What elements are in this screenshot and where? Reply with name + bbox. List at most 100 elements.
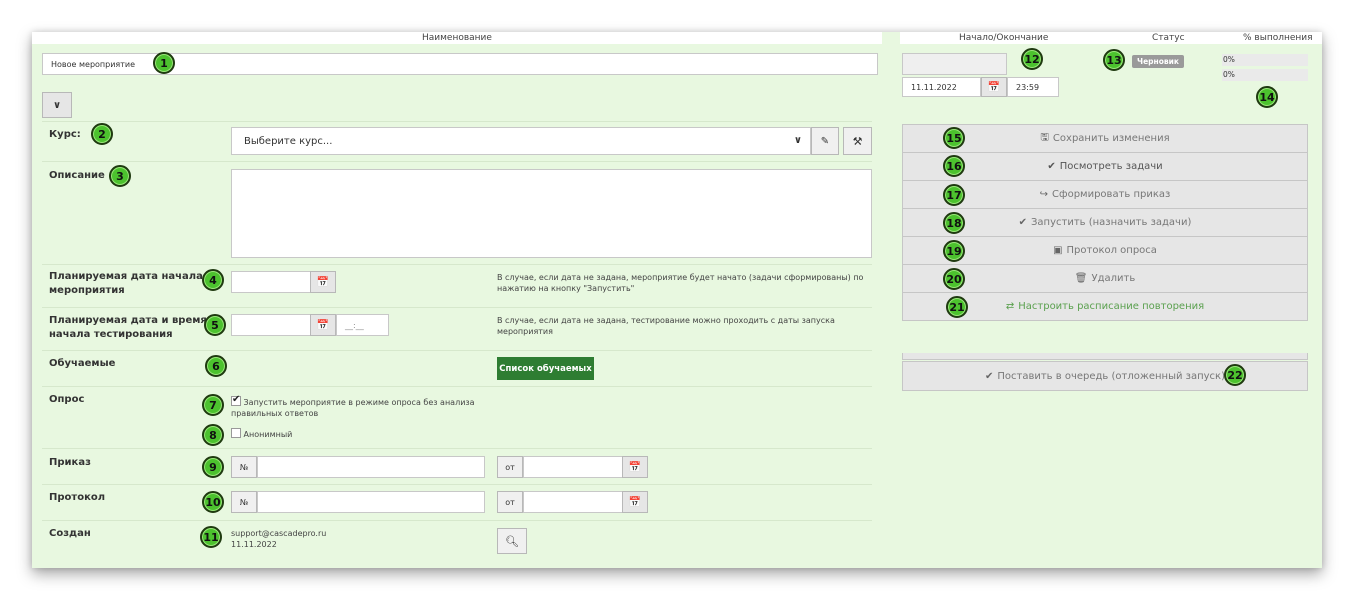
- protocol-number-input[interactable]: [257, 491, 485, 513]
- queue-launch-button[interactable]: ✔︎ Поставить в очередь (отложенный запуск…: [902, 361, 1308, 391]
- callout-badge-10: 10: [202, 491, 224, 513]
- description-textarea[interactable]: [231, 169, 872, 258]
- testing-start-label-line1: Планируемая дата и время: [49, 315, 207, 326]
- created-search-button[interactable]: 🔍︎: [497, 528, 527, 554]
- course-select[interactable]: Выберите курс... ∨: [231, 127, 811, 155]
- callout-badge-5: 5: [204, 314, 226, 336]
- check-icon: ✔: [1047, 161, 1056, 172]
- check-circle-icon: ✔︎: [1018, 217, 1027, 228]
- callout-badge-13: 13: [1103, 49, 1125, 71]
- calendar-icon: 📅: [316, 276, 330, 288]
- protocol-date-prefix: от: [497, 491, 523, 513]
- course-select-value: Выберите курс...: [244, 135, 333, 147]
- row-divider: [42, 307, 872, 308]
- row-divider: [42, 448, 872, 449]
- calendar-icon: 📅: [316, 319, 330, 331]
- header-name: Наименование: [422, 33, 492, 43]
- description-label: Описание: [49, 170, 105, 181]
- trainees-list-button[interactable]: Список обучаемых: [497, 357, 594, 380]
- callout-badge-4: 4: [202, 269, 224, 291]
- anonymous-text: Анонимный: [243, 430, 293, 439]
- callout-badge-6: 6: [205, 355, 227, 377]
- header-status: Статус: [1152, 33, 1185, 43]
- planned-start-hint-line1: В случае, если дата не задана, мероприят…: [497, 273, 864, 282]
- row-divider: [42, 121, 872, 122]
- survey-mode-option: Запустить мероприятие в режиме опроса бе…: [231, 394, 475, 419]
- callout-badge-9: 9: [202, 456, 224, 478]
- testing-start-time-input[interactable]: __:__: [336, 314, 389, 336]
- calendar-icon: 📅: [987, 81, 1001, 93]
- save-icon: 🖫︎: [1040, 132, 1049, 143]
- callout-badge-18: 18: [943, 212, 965, 234]
- status-badge: Черновик: [1132, 55, 1184, 68]
- report-icon: ▣: [1053, 245, 1063, 256]
- header-name-cell: Наименование: [32, 32, 882, 44]
- callout-badge-15: 15: [943, 127, 965, 149]
- retweet-icon: ⇄: [1005, 301, 1015, 312]
- callout-badge-22: 22: [1224, 364, 1246, 386]
- callout-badge-21: 21: [946, 296, 968, 318]
- course-settings-button[interactable]: ⚒: [843, 127, 872, 155]
- queue-top-strip: [902, 353, 1308, 360]
- make-order-label: Сформировать приказ: [1052, 189, 1171, 200]
- row-divider: [42, 520, 872, 521]
- trash-icon: 🗑︎: [1074, 273, 1088, 284]
- search-icon: 🔍︎: [505, 534, 519, 548]
- anonymous-checkbox[interactable]: [231, 428, 241, 438]
- callout-badge-17: 17: [943, 184, 965, 206]
- edit-icon: ✎: [820, 135, 830, 147]
- callout-badge-12: 12: [1021, 48, 1043, 70]
- calendar-icon: 📅: [628, 461, 642, 473]
- protocol-number-prefix: №: [231, 491, 257, 513]
- callout-badge-11: 11: [200, 526, 222, 548]
- start-date-field: [902, 53, 1007, 75]
- row-divider: [42, 161, 872, 162]
- row-divider: [42, 386, 872, 387]
- planned-start-label-line2: мероприятия: [49, 285, 125, 296]
- order-label: Приказ: [49, 457, 91, 468]
- view-tasks-label: Посмотреть задачи: [1059, 161, 1163, 172]
- created-date: 11.11.2022: [231, 540, 277, 549]
- planned-start-date-input[interactable]: [231, 271, 311, 293]
- end-date-input[interactable]: 11.11.2022: [902, 77, 981, 97]
- planned-start-hint: В случае, если дата не задана, мероприят…: [497, 272, 863, 294]
- event-form-panel: Наименование Начало/Окончание Статус % в…: [32, 32, 1322, 568]
- callout-badge-8: 8: [202, 424, 224, 446]
- end-time-input[interactable]: 23:59: [1007, 77, 1059, 97]
- expand-toggle-button[interactable]: ∨: [42, 92, 72, 118]
- end-date-calendar-button[interactable]: 📅: [981, 77, 1007, 97]
- course-label: Курс:: [49, 129, 81, 140]
- check-circle-icon: ✔︎: [984, 370, 994, 382]
- schedule-repeat-label: Настроить расписание повторения: [1018, 301, 1205, 312]
- created-label: Создан: [49, 528, 91, 539]
- planned-start-hint-line2: нажатию на кнопку "Запустить": [497, 284, 635, 293]
- save-changes-label: Сохранить изменения: [1052, 133, 1170, 144]
- row-divider: [42, 484, 872, 485]
- order-number-prefix: №: [231, 456, 257, 478]
- callout-badge-1: 1: [153, 52, 175, 74]
- testing-start-date-input[interactable]: [231, 314, 311, 336]
- order-date-input[interactable]: [523, 456, 623, 478]
- order-date-prefix: от: [497, 456, 523, 478]
- planned-start-calendar-button[interactable]: 📅: [310, 271, 336, 293]
- protocol-date-input[interactable]: [523, 491, 623, 513]
- progress-bar-1: 0%: [1222, 54, 1308, 66]
- testing-start-label: Планируемая дата и время начала тестиров…: [49, 314, 207, 342]
- created-email: support@cascadepro.ru: [231, 529, 327, 538]
- testing-start-hint-line1: В случае, если дата не задана, тестирова…: [497, 316, 835, 325]
- callout-badge-3: 3: [109, 165, 131, 187]
- planned-start-label: Планируемая дата начала мероприятия: [49, 270, 203, 298]
- protocol-calendar-button[interactable]: 📅: [622, 491, 648, 513]
- survey-mode-checkbox[interactable]: [231, 394, 241, 406]
- share-icon: ↪: [1039, 189, 1049, 200]
- order-calendar-button[interactable]: 📅: [622, 456, 648, 478]
- order-number-input[interactable]: [257, 456, 485, 478]
- planned-start-label-line1: Планируемая дата начала: [49, 271, 203, 282]
- testing-start-label-line2: начала тестирования: [49, 329, 173, 340]
- course-edit-button[interactable]: ✎: [811, 127, 839, 155]
- protocol-label: Протокол: [49, 492, 106, 503]
- delete-label: Удалить: [1091, 273, 1136, 284]
- created-info: support@cascadepro.ru 11.11.2022: [231, 528, 326, 550]
- launch-label: Запустить (назначить задачи): [1031, 217, 1192, 228]
- testing-start-calendar-button[interactable]: 📅: [310, 314, 336, 336]
